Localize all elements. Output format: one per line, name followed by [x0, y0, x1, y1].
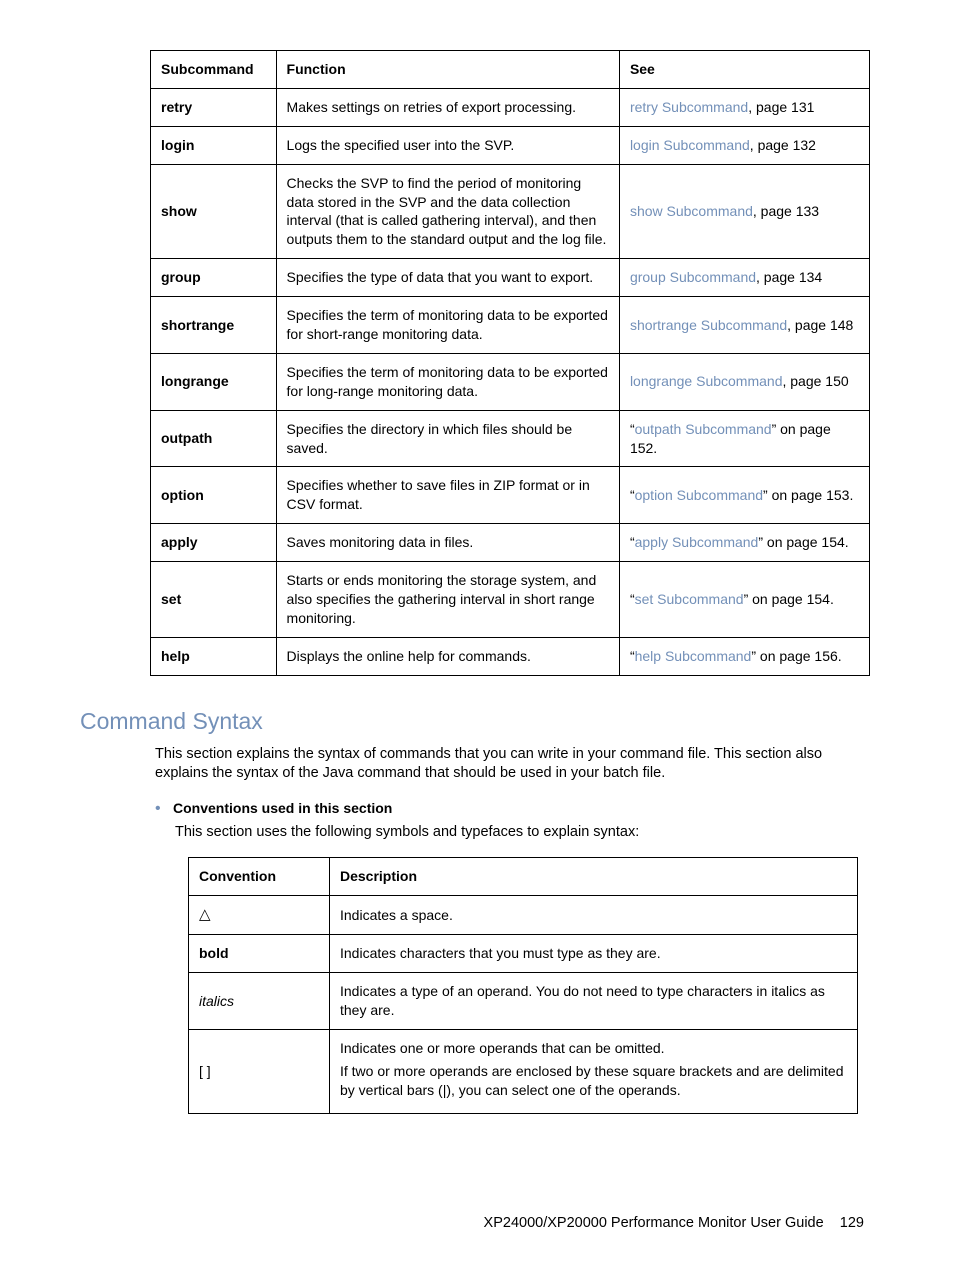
table-row: [ ] Indicates one or more operands that c… — [189, 1029, 858, 1113]
subcommand-link[interactable]: outpath Subcommand — [635, 421, 772, 437]
description-line: If two or more operands are enclosed by … — [340, 1062, 847, 1100]
convention-symbol: italics — [189, 973, 330, 1030]
table-row: setStarts or ends monitoring the storage… — [151, 562, 870, 638]
header-function: Function — [276, 51, 619, 89]
subcommand-link[interactable]: retry Subcommand — [630, 99, 748, 115]
subcommand-name: show — [151, 164, 277, 259]
subcommand-link[interactable]: shortrange Subcommand — [630, 317, 787, 333]
subcommand-see: group Subcommand, page 134 — [619, 259, 869, 297]
header-see: See — [619, 51, 869, 89]
convention-description: Indicates a space. — [330, 895, 858, 934]
table-row: italics Indicates a type of an operand. Y… — [189, 973, 858, 1030]
subcommand-see: “set Subcommand” on page 154. — [619, 562, 869, 638]
subcommand-function: Specifies the type of data that you want… — [276, 259, 619, 297]
bullet-conventions: Conventions used in this section — [155, 798, 874, 820]
see-suffix: ” on page 153. — [763, 487, 853, 503]
subcommand-name: apply — [151, 524, 277, 562]
see-suffix: , page 148 — [787, 317, 853, 333]
page-footer: XP24000/XP20000 Performance Monitor User… — [80, 1214, 874, 1234]
subcommand-link[interactable]: login Subcommand — [630, 137, 750, 153]
table-row: △ Indicates a space. — [189, 895, 858, 934]
convention-description: Indicates one or more operands that can … — [330, 1029, 858, 1113]
subcommands-table: Subcommand Function See retryMakes setti… — [150, 50, 870, 676]
subcommand-see: “outpath Subcommand” on page 152. — [619, 410, 869, 467]
subcommand-see: retry Subcommand, page 131 — [619, 88, 869, 126]
table-header-row: Convention Description — [189, 858, 858, 896]
subcommand-link[interactable]: option Subcommand — [635, 487, 763, 503]
subcommand-link[interactable]: longrange Subcommand — [630, 373, 783, 389]
see-suffix: ” on page 154. — [758, 534, 848, 550]
bullet-conventions-label: Conventions used in this section — [173, 800, 392, 816]
subcommand-function: Specifies the directory in which files s… — [276, 410, 619, 467]
subcommand-function: Displays the online help for commands. — [276, 637, 619, 675]
section-intro: This section explains the syntax of comm… — [155, 745, 874, 784]
convention-description: Indicates a type of an operand. You do n… — [330, 973, 858, 1030]
see-suffix: , page 134 — [756, 269, 822, 285]
subcommand-link[interactable]: help Subcommand — [635, 648, 752, 664]
subcommand-name: help — [151, 637, 277, 675]
subcommand-see: longrange Subcommand, page 150 — [619, 353, 869, 410]
subcommand-name: longrange — [151, 353, 277, 410]
table-row: helpDisplays the online help for command… — [151, 637, 870, 675]
subcommand-see: shortrange Subcommand, page 148 — [619, 297, 869, 354]
subcommand-see: “apply Subcommand” on page 154. — [619, 524, 869, 562]
subcommand-function: Makes settings on retries of export proc… — [276, 88, 619, 126]
table-row: optionSpecifies whether to save files in… — [151, 467, 870, 524]
subcommand-see: show Subcommand, page 133 — [619, 164, 869, 259]
table-row: bold Indicates characters that you must t… — [189, 935, 858, 973]
see-suffix: , page 132 — [750, 137, 816, 153]
table-row: retryMakes settings on retries of export… — [151, 88, 870, 126]
description-line: Indicates one or more operands that can … — [340, 1039, 847, 1058]
table-row: outpathSpecifies the directory in which … — [151, 410, 870, 467]
section-heading-command-syntax: Command Syntax — [80, 706, 874, 737]
table-row: shortrangeSpecifies the term of monitori… — [151, 297, 870, 354]
header-description: Description — [330, 858, 858, 896]
subcommand-name: outpath — [151, 410, 277, 467]
subcommand-link[interactable]: group Subcommand — [630, 269, 756, 285]
subcommand-name: login — [151, 126, 277, 164]
subcommand-function: Specifies the term of monitoring data to… — [276, 297, 619, 354]
see-suffix: , page 133 — [753, 203, 819, 219]
subcommand-name: option — [151, 467, 277, 524]
header-subcommand: Subcommand — [151, 51, 277, 89]
table-header-row: Subcommand Function See — [151, 51, 870, 89]
table-row: longrangeSpecifies the term of monitorin… — [151, 353, 870, 410]
subcommand-link[interactable]: show Subcommand — [630, 203, 753, 219]
see-suffix: , page 131 — [748, 99, 814, 115]
subcommand-see: “help Subcommand” on page 156. — [619, 637, 869, 675]
subcommand-see: login Subcommand, page 132 — [619, 126, 869, 164]
convention-symbol: △ — [189, 895, 330, 934]
see-suffix: ” on page 154. — [744, 591, 834, 607]
table-row: loginLogs the specified user into the SV… — [151, 126, 870, 164]
subcommand-link[interactable]: set Subcommand — [635, 591, 744, 607]
subcommand-function: Specifies whether to save files in ZIP f… — [276, 467, 619, 524]
subcommand-name: group — [151, 259, 277, 297]
subcommand-link[interactable]: apply Subcommand — [635, 534, 759, 550]
subcommand-see: “option Subcommand” on page 153. — [619, 467, 869, 524]
conventions-table: Convention Description △ Indicates a spac… — [188, 857, 858, 1113]
convention-bold: bold — [199, 945, 229, 961]
subcommand-function: Specifies the term of monitoring data to… — [276, 353, 619, 410]
see-suffix: ” on page 156. — [751, 648, 841, 664]
convention-symbol: bold — [189, 935, 330, 973]
table-row: applySaves monitoring data in files.“app… — [151, 524, 870, 562]
see-suffix: , page 150 — [782, 373, 848, 389]
table-row: groupSpecifies the type of data that you… — [151, 259, 870, 297]
subcommand-function: Starts or ends monitoring the storage sy… — [276, 562, 619, 638]
convention-italic: italics — [199, 993, 234, 1009]
subcommand-name: shortrange — [151, 297, 277, 354]
subcommand-function: Checks the SVP to find the period of mon… — [276, 164, 619, 259]
conventions-intro: This section uses the following symbols … — [175, 823, 874, 843]
subcommand-function: Saves monitoring data in files. — [276, 524, 619, 562]
footer-title: XP24000/XP20000 Performance Monitor User… — [484, 1215, 824, 1231]
triangle-icon: △ — [199, 905, 211, 925]
footer-page-number: 129 — [840, 1215, 864, 1231]
table-row: showChecks the SVP to find the period of… — [151, 164, 870, 259]
subcommand-name: retry — [151, 88, 277, 126]
subcommand-function: Logs the specified user into the SVP. — [276, 126, 619, 164]
subcommand-name: set — [151, 562, 277, 638]
convention-description: Indicates characters that you must type … — [330, 935, 858, 973]
header-convention: Convention — [189, 858, 330, 896]
convention-symbol: [ ] — [189, 1029, 330, 1113]
